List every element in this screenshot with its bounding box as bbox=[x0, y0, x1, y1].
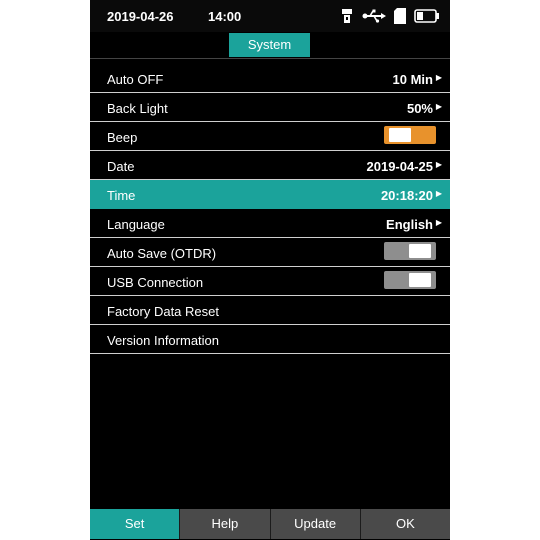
chevron-right-icon: ▶ bbox=[435, 73, 442, 82]
date-value: 2019-04-25 bbox=[366, 159, 434, 174]
usb-connection-toggle[interactable] bbox=[384, 271, 436, 289]
menu-item-version-info[interactable]: Version Information bbox=[90, 325, 450, 354]
flashlight-icon bbox=[340, 8, 354, 24]
usb-icon bbox=[362, 9, 386, 23]
beep-toggle[interactable] bbox=[384, 126, 436, 144]
menu-item-factory-reset[interactable]: Factory Data Reset bbox=[90, 296, 450, 325]
toggle-knob bbox=[409, 244, 431, 258]
chevron-right-icon: ▶ bbox=[435, 102, 442, 111]
set-button[interactable]: Set bbox=[90, 509, 181, 539]
toggle-knob bbox=[389, 128, 411, 142]
menu-item-label: Language bbox=[107, 217, 165, 232]
menu-item-usb-connection[interactable]: USB Connection bbox=[90, 267, 450, 296]
sd-card-icon bbox=[394, 8, 406, 24]
menu-item-label: Version Information bbox=[107, 333, 220, 348]
back-light-value: 50% bbox=[406, 101, 433, 116]
language-value: English bbox=[386, 217, 433, 232]
menu-item-label: Auto Save (OTDR) bbox=[107, 246, 217, 261]
auto-off-value: 10 Min bbox=[392, 72, 433, 87]
menu-item-auto-save[interactable]: Auto Save (OTDR) bbox=[90, 238, 450, 267]
menu-item-label: Time bbox=[107, 188, 136, 203]
status-time: 14:00 bbox=[208, 9, 242, 24]
auto-save-toggle[interactable] bbox=[384, 242, 436, 260]
menu-item-label: Date bbox=[107, 159, 135, 174]
chevron-right-icon: ▶ bbox=[435, 189, 442, 198]
menu-item-label: Factory Data Reset bbox=[107, 304, 219, 319]
menu-item-date[interactable]: Date 2019-04-25 ▶ bbox=[90, 151, 450, 180]
status-icons bbox=[340, 6, 440, 26]
toggle-knob bbox=[409, 273, 431, 287]
status-date: 2019-04-26 bbox=[107, 9, 174, 24]
chevron-right-icon: ▶ bbox=[435, 160, 442, 169]
tab-system[interactable]: System bbox=[229, 33, 310, 57]
tab-bar: System bbox=[90, 32, 450, 59]
device-screen: 2019-04-26 14:00 System Auto OFF 10 Min … bbox=[90, 0, 450, 540]
menu-item-language[interactable]: Language English ▶ bbox=[90, 209, 450, 238]
menu-item-label: USB Connection bbox=[107, 275, 204, 290]
time-value: 20:18:20 bbox=[380, 188, 433, 203]
menu-item-label: Beep bbox=[107, 130, 138, 145]
chevron-right-icon: ▶ bbox=[435, 218, 442, 227]
menu-item-back-light[interactable]: Back Light 50% ▶ bbox=[90, 93, 450, 122]
update-button[interactable]: Update bbox=[270, 509, 361, 539]
menu-item-auto-off[interactable]: Auto OFF 10 Min ▶ bbox=[90, 64, 450, 93]
menu-item-time[interactable]: Time 20:18:20 ▶ bbox=[90, 180, 450, 209]
menu-item-label: Auto OFF bbox=[107, 72, 164, 87]
ok-button[interactable]: OK bbox=[360, 509, 450, 539]
help-button[interactable]: Help bbox=[180, 509, 271, 539]
bottom-button-bar: Set Help Update OK bbox=[90, 509, 450, 539]
battery-icon bbox=[414, 9, 440, 23]
status-bar: 2019-04-26 14:00 bbox=[90, 0, 450, 32]
menu-item-label: Back Light bbox=[107, 101, 168, 116]
menu-item-beep[interactable]: Beep bbox=[90, 122, 450, 151]
settings-menu: Auto OFF 10 Min ▶ Back Light 50% ▶ Beep … bbox=[90, 64, 450, 354]
